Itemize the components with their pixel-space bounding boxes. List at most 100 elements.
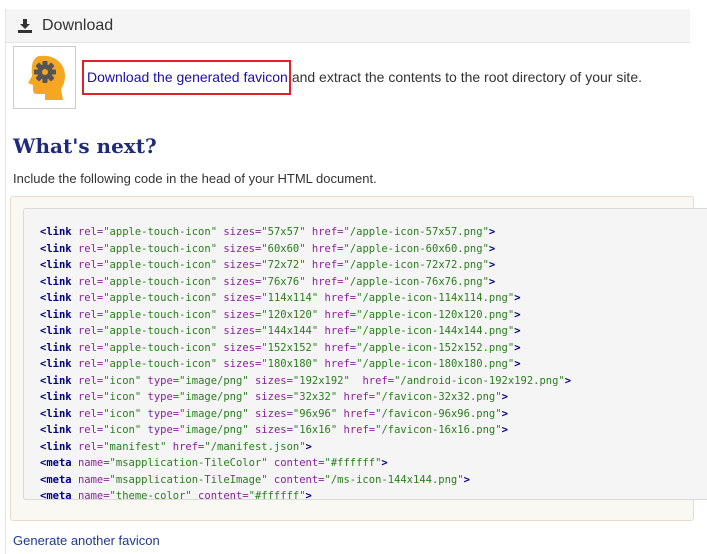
code-token-tag: <link: [40, 341, 78, 354]
code-token-tag: <link: [40, 259, 78, 271]
code-token-val: "/apple-icon-180x180.png": [356, 358, 515, 370]
code-token-val: "32x32": [292, 391, 338, 403]
code-token-attr: href=: [305, 275, 344, 288]
generate-another-favicon-link[interactable]: Generate another favicon: [13, 533, 160, 548]
code-token-val: "image/png": [179, 424, 249, 436]
code-token-val: "msapplication-TileColor": [109, 457, 268, 469]
code-token-val: "apple-touch-icon": [103, 325, 218, 337]
code-token-val: "/apple-icon-114x114.png": [356, 292, 515, 304]
code-token-tag: <link: [40, 440, 78, 453]
code-token-tag: >: [501, 424, 508, 436]
code-token-attr: rel=: [77, 440, 104, 453]
panel-header: Download: [6, 9, 690, 43]
code-line: <link rel="icon" type="image/png" sizes=…: [40, 373, 707, 390]
code-token-attr: sizes=: [217, 341, 262, 354]
code-token-val: "apple-touch-icon": [103, 341, 218, 354]
head-gear-icon: [27, 55, 65, 100]
code-token-tag: <meta: [40, 473, 78, 486]
code-token-attr: href=: [305, 259, 344, 271]
code-token-val: "180x180": [261, 358, 319, 370]
code-token-attr: href=: [166, 440, 205, 453]
code-token-val: "/apple-icon-144x144.png": [356, 325, 515, 337]
code-token-tag: <link: [40, 226, 78, 238]
code-token-tag: >: [564, 374, 572, 387]
code-token-attr: content=: [191, 490, 249, 502]
code-token-tag: <meta: [40, 490, 78, 502]
code-line: <link rel="icon" type="image/png" sizes=…: [40, 422, 707, 439]
code-token-val: "#ffffff": [324, 457, 382, 469]
code-token-attr: sizes=: [217, 325, 262, 337]
code-token-val: "144x144": [261, 325, 319, 337]
code-token-val: "120x120": [261, 308, 319, 321]
code-token-attr: rel=: [77, 259, 104, 271]
code-token-tag: >: [514, 292, 521, 304]
code-line: <link rel="apple-touch-icon" sizes="57x5…: [40, 224, 707, 241]
code-token-val: "/manifest.json": [204, 440, 306, 453]
code-token-tag: >: [463, 473, 470, 486]
code-token-attr: href=: [305, 226, 344, 238]
code-section: <link rel="apple-touch-icon" sizes="57x5…: [10, 196, 707, 521]
code-token-val: "/favicon-32x32.png": [375, 391, 502, 403]
code-token-tag: >: [514, 358, 521, 370]
code-line: <link rel="icon" type="image/png" sizes=…: [40, 389, 707, 406]
code-token-val: "60x60": [261, 242, 306, 255]
code-token-val: "76x76": [261, 275, 306, 288]
code-token-val: "apple-touch-icon": [103, 226, 218, 238]
code-token-tag: <link: [40, 424, 78, 436]
code-line: <link rel="apple-touch-icon" sizes="180x…: [40, 356, 707, 373]
code-token-attr: rel=: [77, 391, 104, 403]
code-token-val: "/apple-icon-76x76.png": [343, 275, 489, 288]
code-token-attr: content=: [267, 473, 325, 486]
code-token-val: "/apple-icon-60x60.png": [343, 242, 489, 255]
code-line: <link rel="apple-touch-icon" sizes="120x…: [40, 307, 707, 324]
code-token-attr: type=: [141, 391, 180, 403]
code-line: <link rel="manifest" href="/manifest.jso…: [40, 439, 707, 456]
code-token-val: "114x114": [261, 292, 319, 304]
code-token-tag: <link: [40, 358, 78, 370]
code-token-attr: sizes=: [248, 407, 293, 420]
code-token-tag: <link: [40, 374, 78, 387]
code-token-attr: href=: [349, 374, 395, 387]
code-token-tag: <meta: [40, 457, 78, 469]
code-line: <link rel="apple-touch-icon" sizes="152x…: [40, 340, 707, 357]
code-token-attr: type=: [141, 374, 180, 387]
download-instructions-text: and extract the contents to the root dir…: [291, 69, 642, 85]
code-token-val: "msapplication-TileImage": [109, 473, 268, 486]
code-token-attr: sizes=: [217, 292, 262, 304]
code-token-val: "apple-touch-icon": [103, 358, 218, 370]
code-token-val: "manifest": [103, 440, 167, 453]
code-token-val: "apple-touch-icon": [103, 308, 218, 321]
code-token-val: "#ffffff": [248, 490, 306, 502]
code-line: <link rel="apple-touch-icon" sizes="60x6…: [40, 241, 707, 258]
download-favicon-link[interactable]: Download the generated favicon: [82, 59, 291, 95]
code-token-tag: >: [514, 341, 521, 354]
code-token-tag: >: [514, 308, 521, 321]
code-token-attr: type=: [141, 424, 180, 436]
code-token-attr: href=: [337, 424, 376, 436]
code-token-attr: href=: [318, 292, 357, 304]
code-token-attr: sizes=: [217, 226, 262, 238]
code-token-val: "icon": [103, 424, 142, 436]
code-token-tag: >: [488, 242, 496, 255]
code-token-val: "/favicon-96x96.png": [375, 407, 502, 420]
code-token-attr: href=: [318, 325, 357, 337]
code-token-tag: >: [488, 275, 496, 288]
code-token-val: "image/png": [179, 391, 249, 403]
code-token-attr: rel=: [77, 308, 104, 321]
code-token-val: "/android-icon-192x192.png": [394, 374, 565, 387]
code-token-val: "96x96": [292, 407, 338, 420]
code-token-val: "152x152": [261, 341, 319, 354]
code-token-attr: name=: [77, 473, 110, 486]
code-token-attr: sizes=: [217, 259, 262, 271]
code-token-val: "image/png": [179, 407, 249, 420]
code-token-val: "/apple-icon-57x57.png": [343, 226, 489, 238]
code-block[interactable]: <link rel="apple-touch-icon" sizes="57x5…: [23, 208, 707, 502]
code-token-val: "apple-touch-icon": [103, 242, 218, 255]
code-token-tag: <link: [40, 308, 78, 321]
code-token-attr: rel=: [77, 424, 104, 436]
code-token-attr: sizes=: [248, 391, 293, 403]
code-token-attr: sizes=: [217, 358, 262, 370]
code-token-tag: >: [488, 226, 496, 238]
code-token-attr: rel=: [77, 242, 104, 255]
code-line: <link rel="apple-touch-icon" sizes="76x7…: [40, 274, 707, 291]
